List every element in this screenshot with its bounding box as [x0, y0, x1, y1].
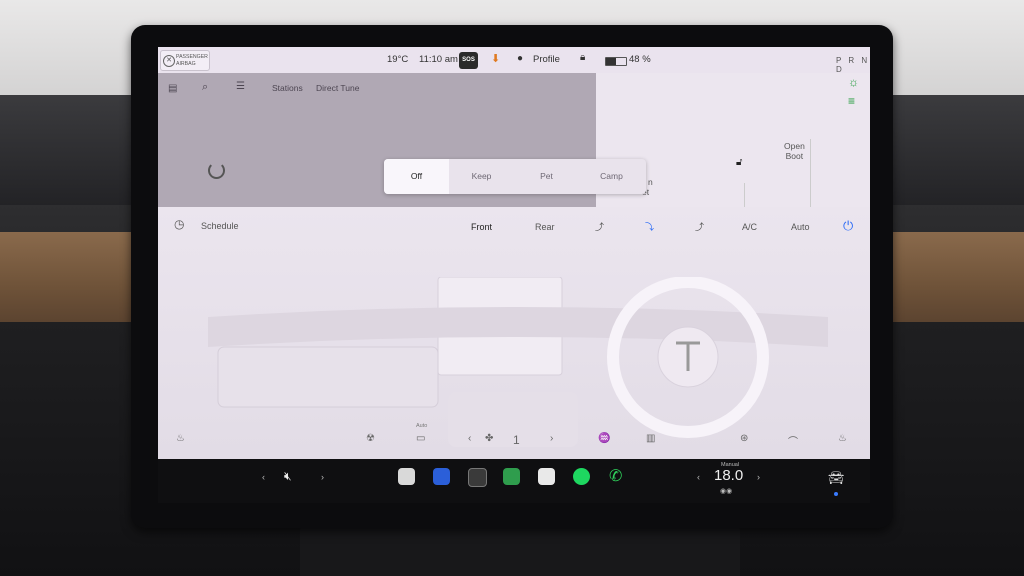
active-indicator-dot [834, 492, 838, 496]
download-icon[interactable]: ⬇ [491, 52, 500, 65]
center-console [300, 525, 740, 576]
profile-icon[interactable]: ● [517, 53, 523, 64]
open-boot-button[interactable]: Open Boot [784, 141, 805, 161]
airbag-label-1: PASSENGER [176, 54, 208, 60]
direct-tune-tab[interactable]: Direct Tune [316, 83, 359, 93]
menu-icon[interactable]: ☰ [236, 81, 245, 92]
schedule-button[interactable]: Schedule [201, 221, 239, 231]
volume-increase-button[interactable]: › [321, 472, 324, 482]
status-bar: ✕ PASSENGER AIRBAG 19°C 11:10 am SOS ⬇ ●… [158, 47, 870, 74]
passenger-airbag-indicator: ✕ PASSENGER AIRBAG [160, 50, 210, 71]
frunk-label-partial: n [648, 177, 653, 187]
fan-icon: ✤ [485, 433, 494, 444]
fan-increase-button[interactable]: › [550, 433, 553, 444]
mute-icon[interactable]: 🔇︎ [284, 469, 292, 484]
gear-indicator: P R N D [836, 56, 870, 74]
ac-button[interactable]: A/C [742, 222, 757, 232]
climate-keep-menu: Off Keep Pet Camp [384, 159, 646, 194]
front-tab[interactable]: Front [471, 222, 492, 232]
clock: 11:10 am [419, 54, 458, 65]
wiper-defrost-icon[interactable]: ⌒ [788, 433, 798, 448]
open-boot-label-2: Boot [785, 151, 804, 161]
volume-decrease-button[interactable]: ‹ [262, 472, 265, 482]
search-icon[interactable]: ⌕ [202, 81, 208, 94]
calendar-app-icon[interactable] [538, 468, 555, 485]
parking-lights-icon[interactable]: ≡ [848, 94, 855, 108]
car-icon[interactable]: 🚘︎ [828, 470, 845, 486]
temp-increase-button[interactable]: › [757, 472, 760, 482]
airbag-off-icon: ✕ [163, 55, 175, 67]
profile-button[interactable]: Profile [533, 54, 560, 65]
battery-icon [605, 57, 627, 66]
temp-decrease-button[interactable]: ‹ [697, 472, 700, 482]
fan-decrease-button[interactable]: ‹ [468, 433, 471, 444]
loading-spinner-icon [208, 162, 225, 179]
fan-speed: 1 [513, 433, 520, 447]
unlock-icon[interactable]: 🔓︎ [736, 157, 742, 168]
heated-seat-left-icon[interactable]: ♨ [176, 433, 185, 444]
airbag-label-2: AIRBAG [176, 61, 196, 67]
seat-heat-indicator-icon: ◉◉ [720, 488, 733, 495]
mode-off[interactable]: Off [384, 159, 449, 194]
mode-camp[interactable]: Camp [579, 159, 644, 194]
open-boot-label-1: Open [784, 141, 805, 151]
airflow-feet-icon[interactable]: ⤵ [645, 220, 654, 233]
car-outline [810, 139, 811, 207]
airflow-face-icon[interactable]: ⤴ [595, 220, 604, 233]
spotify-app-icon[interactable] [573, 468, 590, 485]
bottom-dock: ‹ 🔇︎ › ✆ ‹ Manual 18.0 ◉◉ › 🚘︎ [158, 459, 870, 503]
clock-icon[interactable]: ◷ [174, 217, 184, 231]
mode-pet[interactable]: Pet [514, 159, 579, 194]
sos-button[interactable]: SOS [459, 52, 478, 69]
steering-heat-icon[interactable]: ⊛ [740, 433, 748, 444]
fan-auto-label: Auto [416, 423, 428, 429]
climate-panel: ◷ Schedule Front Rear ⤴ ⤵ ⤴ A/C Auto ⏻ ♨… [158, 207, 870, 459]
phone-app-icon[interactable]: ✆ [609, 466, 622, 486]
auto-button[interactable]: Auto [791, 222, 810, 232]
dashboard-illustration [208, 277, 828, 447]
climate-power-icon[interactable]: ⏻ [843, 218, 853, 234]
fan-auto-icon[interactable]: ▭ [416, 433, 425, 444]
rear-defrost-icon[interactable]: ▥ [646, 433, 655, 444]
battery-percentage: 48 % [629, 54, 651, 65]
car-outline-left [744, 183, 745, 207]
app-launcher-icon[interactable] [468, 468, 487, 487]
radio-icon[interactable]: ▤ [168, 83, 177, 94]
stations-tab[interactable]: Stations [272, 83, 303, 93]
outside-temperature: 19°C [387, 54, 409, 65]
manual-app-icon[interactable] [398, 468, 415, 485]
driver-temperature[interactable]: 18.0 [714, 467, 743, 484]
mode-keep[interactable]: Keep [449, 159, 514, 194]
lock-icon[interactable]: 🔒︎ [580, 52, 585, 63]
rear-tab[interactable]: Rear [535, 222, 555, 232]
heated-seat-right-icon[interactable]: ♨ [838, 433, 847, 444]
recirculation-icon[interactable]: ☢ [366, 433, 375, 444]
touchscreen: ✕ PASSENGER AIRBAG 19°C 11:10 am SOS ⬇ ●… [158, 47, 870, 459]
front-defrost-icon[interactable]: ♒ [598, 433, 610, 444]
headlights-icon[interactable]: ☼ [848, 75, 859, 89]
energy-app-icon[interactable] [503, 468, 520, 485]
airflow-windscreen-icon[interactable]: ⤴ [695, 220, 704, 233]
navigation-app-icon[interactable] [433, 468, 450, 485]
